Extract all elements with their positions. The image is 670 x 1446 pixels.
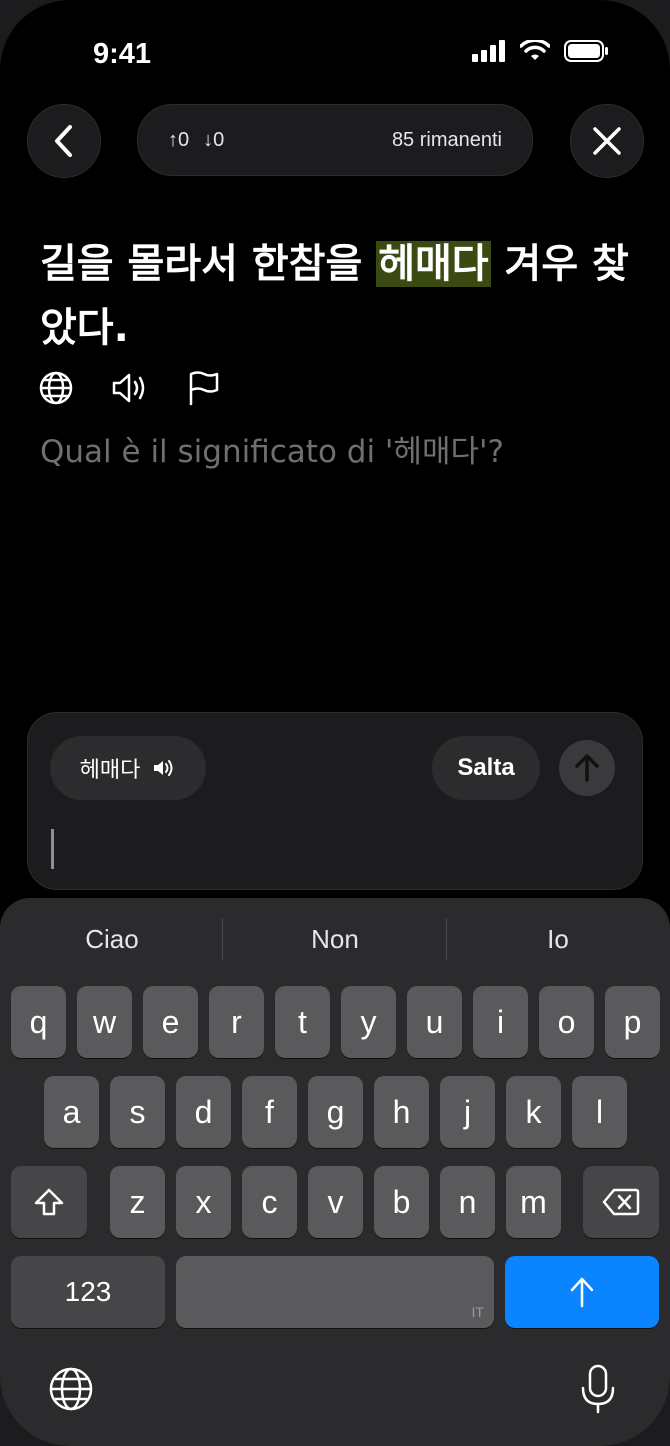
answer-panel: 헤매다 Salta (27, 712, 643, 890)
key-p[interactable]: p (605, 986, 660, 1058)
key-n[interactable]: n (440, 1166, 495, 1238)
suggestion-divider (222, 918, 223, 960)
key-l[interactable]: l (572, 1076, 627, 1148)
phone-screen: 9:41 ↑0 ↓0 85 rimanenti 길을 몰라서 한참을 헤매다 겨… (0, 0, 670, 1446)
flag-icon[interactable] (186, 370, 220, 406)
battery-icon (564, 40, 608, 62)
key-b[interactable]: b (374, 1166, 429, 1238)
key-u[interactable]: u (407, 986, 462, 1058)
key-i[interactable]: i (473, 986, 528, 1058)
backspace-icon (602, 1188, 640, 1216)
back-button[interactable] (27, 104, 101, 178)
key-q[interactable]: q (11, 986, 66, 1058)
shift-icon (34, 1188, 64, 1216)
example-sentence: 길을 몰라서 한참을 헤매다 겨우 찾았다. (40, 232, 640, 360)
key-j[interactable]: j (440, 1076, 495, 1148)
down-count: ↓0 (203, 129, 225, 151)
word-chip-label: 헤매다 (79, 758, 141, 783)
remaining-count: 85 rimanenti (391, 129, 502, 151)
space-key[interactable]: IT (176, 1256, 494, 1328)
close-button[interactable] (570, 104, 644, 178)
key-r[interactable]: r (209, 986, 264, 1058)
key-x[interactable]: x (176, 1166, 231, 1238)
question-text: Qual è il significato di '헤매다'? (40, 434, 504, 470)
keyboard: Ciao Non Io q w e r t y u i o p a s d f … (0, 898, 670, 1446)
translate-globe-icon[interactable] (38, 370, 74, 406)
suggestion-3[interactable]: Io (458, 924, 658, 955)
answer-input-caret[interactable] (51, 829, 54, 869)
sentence-tools (38, 370, 220, 406)
sentence-before: 길을 몰라서 한참을 (40, 241, 377, 287)
highlighted-word[interactable]: 헤매다 (376, 241, 491, 287)
key-v[interactable]: v (308, 1166, 363, 1238)
status-icons (472, 40, 610, 62)
progress-pill: ↑0 ↓0 85 rimanenti (137, 104, 533, 176)
return-key[interactable] (505, 1256, 659, 1328)
submit-button[interactable] (559, 740, 615, 796)
key-w[interactable]: w (77, 986, 132, 1058)
close-icon (593, 127, 621, 155)
key-t[interactable]: t (275, 986, 330, 1058)
key-a[interactable]: a (44, 1076, 99, 1148)
key-g[interactable]: g (308, 1076, 363, 1148)
key-z[interactable]: z (110, 1166, 165, 1238)
status-time: 9:41 (93, 38, 152, 70)
key-e[interactable]: e (143, 986, 198, 1058)
backspace-key[interactable] (583, 1166, 659, 1238)
wifi-icon (520, 40, 550, 60)
arrow-up-icon (570, 1277, 594, 1308)
numbers-key[interactable]: 123 (11, 1256, 165, 1328)
arrow-up-icon (575, 754, 599, 782)
suggestion-bar: Ciao Non Io (0, 898, 670, 982)
skip-button[interactable]: Salta (432, 736, 540, 800)
speaker-small-icon (154, 760, 173, 776)
language-tag: IT (471, 1304, 484, 1320)
word-audio-chip[interactable]: 헤매다 (50, 736, 206, 800)
key-h[interactable]: h (374, 1076, 429, 1148)
chevron-left-icon (55, 125, 72, 157)
key-f[interactable]: f (242, 1076, 297, 1148)
globe-icon[interactable] (48, 1366, 94, 1412)
key-c[interactable]: c (242, 1166, 297, 1238)
suggestion-1[interactable]: Ciao (12, 924, 212, 955)
speaker-icon[interactable] (110, 370, 150, 406)
key-k[interactable]: k (506, 1076, 561, 1148)
key-o[interactable]: o (539, 986, 594, 1058)
key-y[interactable]: y (341, 986, 396, 1058)
shift-key[interactable] (11, 1166, 87, 1238)
key-s[interactable]: s (110, 1076, 165, 1148)
key-d[interactable]: d (176, 1076, 231, 1148)
suggestion-2[interactable]: Non (235, 924, 435, 955)
signal-icon (472, 40, 505, 62)
key-m[interactable]: m (506, 1166, 561, 1238)
suggestion-divider (446, 918, 447, 960)
microphone-icon[interactable] (580, 1364, 616, 1414)
up-count: ↑0 (168, 129, 190, 151)
